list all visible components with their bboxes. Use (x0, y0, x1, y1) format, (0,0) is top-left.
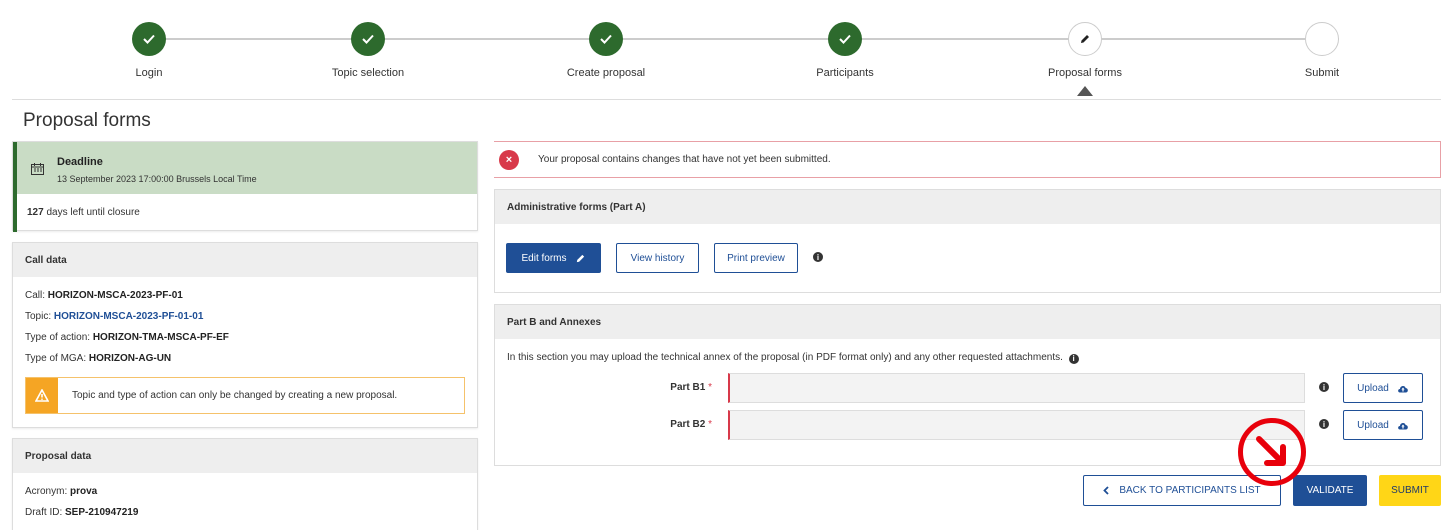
info-icon[interactable]: i (1068, 353, 1079, 364)
topic-link[interactable]: HORIZON-MSCA-2023-PF-01-01 (54, 311, 203, 322)
upload-b2-button[interactable]: Upload (1343, 410, 1423, 440)
warning-text: Topic and type of action can only be cha… (72, 390, 398, 401)
unsubmitted-changes-alert: × Your proposal contains changes that ha… (494, 141, 1441, 178)
step-label: Participants (816, 67, 874, 79)
topic-row: Topic: HORIZON-MSCA-2023-PF-01-01 (13, 306, 477, 327)
required-mark: * (708, 419, 712, 430)
pencil-icon (1068, 22, 1102, 56)
pencil-icon (575, 253, 586, 264)
page-title: Proposal forms (23, 110, 151, 131)
right-column: × Your proposal contains changes that ha… (494, 141, 1441, 466)
proposal-data-card: Proposal data Acronym: prova Draft ID: S… (12, 438, 478, 530)
submit-label: SUBMIT (1391, 485, 1429, 496)
part-a-section: Administrative forms (Part A) Edit forms… (494, 189, 1441, 293)
current-step-caret (1077, 86, 1093, 96)
empty-circle-icon (1305, 22, 1339, 56)
step-label: Submit (1304, 67, 1340, 79)
topic-warning: Topic and type of action can only be cha… (25, 377, 465, 414)
check-icon (828, 22, 862, 56)
part-a-title: Administrative forms (Part A) (495, 190, 1440, 224)
call-value: HORIZON-MSCA-2023-PF-01 (47, 290, 183, 301)
mga-value: HORIZON-AG-UN (88, 353, 172, 364)
mga-row: Type of MGA: HORIZON-AG-UN (13, 348, 477, 369)
call-data-title: Call data (13, 243, 477, 277)
step-label: Proposal forms (1048, 67, 1122, 79)
info-icon[interactable]: i (1319, 382, 1329, 392)
chevron-left-icon (1103, 486, 1109, 495)
step-label: Login (135, 67, 163, 79)
print-preview-label: Print preview (727, 252, 785, 264)
part-b2-text: Part B2 (670, 419, 706, 430)
validate-label: VALIDATE (1306, 485, 1354, 496)
upload-b1-label: Upload (1357, 382, 1389, 394)
info-icon[interactable]: i (1319, 419, 1329, 429)
print-preview-button[interactable]: Print preview (714, 243, 798, 273)
calendar-icon (31, 163, 44, 178)
part-b1-label: Part B1 * (612, 382, 712, 393)
proposal-data-title: Proposal data (13, 439, 477, 473)
step-label: Create proposal (566, 67, 646, 79)
stepper-connector (149, 38, 1339, 40)
days-left-text: days left until closure (43, 207, 140, 218)
part-b1-text: Part B1 (670, 382, 706, 393)
mga-label: Type of MGA: (25, 353, 89, 364)
part-b1-file-field[interactable] (728, 373, 1305, 403)
submit-button[interactable]: SUBMIT (1379, 475, 1441, 506)
step-label: Topic selection (331, 67, 405, 79)
part-a-body: Edit forms View history Print preview i (495, 224, 1440, 292)
close-circle-icon: × (499, 149, 519, 170)
back-button-label: BACK TO PARTICIPANTS LIST (1119, 485, 1261, 496)
edit-forms-label: Edit forms (521, 252, 567, 264)
check-icon (589, 22, 623, 56)
topic-label: Topic: (25, 311, 54, 322)
annotation-circle (1238, 418, 1306, 486)
action-value: HORIZON-TMA-MSCA-PF-EF (92, 332, 229, 343)
call-label: Call: (25, 290, 48, 301)
validate-button[interactable]: VALIDATE (1293, 475, 1367, 506)
part-b-intro-text: In this section you may upload the techn… (507, 352, 1063, 363)
view-history-button[interactable]: View history (616, 243, 699, 273)
upload-b2-label: Upload (1357, 419, 1389, 431)
cloud-upload-icon (1397, 421, 1409, 430)
deadline-date: 13 September 2023 17:00:00 Brussels Loca… (57, 174, 257, 184)
part-b2-label: Part B2 * (612, 419, 712, 430)
part-b-title: Part B and Annexes (495, 305, 1440, 339)
deadline-header: Deadline 13 September 2023 17:00:00 Brus… (13, 142, 477, 194)
deadline-title: Deadline (57, 156, 103, 168)
days-left: 127 days left until closure (13, 194, 477, 232)
edit-forms-button[interactable]: Edit forms (506, 243, 601, 273)
info-icon[interactable]: i (813, 252, 823, 262)
action-row: Type of action: HORIZON-TMA-MSCA-PF-EF (13, 327, 477, 348)
draft-id-value: SEP-210947219 (65, 507, 139, 518)
days-left-count: 127 (27, 207, 44, 218)
view-history-label: View history (630, 252, 685, 264)
warning-triangle-icon (26, 378, 58, 413)
draft-id-label: Draft ID: (25, 507, 66, 518)
deadline-card: Deadline 13 September 2023 17:00:00 Brus… (12, 141, 478, 232)
cloud-upload-icon (1397, 384, 1409, 393)
part-b-intro: In this section you may upload the techn… (507, 352, 1079, 364)
acronym-value: prova (70, 486, 98, 497)
left-column: Deadline 13 September 2023 17:00:00 Brus… (12, 141, 478, 530)
check-icon (132, 22, 166, 56)
upload-b1-button[interactable]: Upload (1343, 373, 1423, 403)
part-b2-file-field[interactable] (728, 410, 1305, 440)
alert-text: Your proposal contains changes that have… (538, 154, 831, 165)
call-data-card: Call data Call: HORIZON-MSCA-2023-PF-01 … (12, 242, 478, 428)
call-row: Call: HORIZON-MSCA-2023-PF-01 (13, 285, 477, 306)
required-mark: * (708, 382, 712, 393)
acronym-row: Acronym: prova (13, 481, 477, 502)
acronym-label: Acronym: (25, 486, 71, 497)
progress-stepper: Login Topic selection Create proposal Pa… (12, 0, 1441, 100)
arrow-down-right-icon (1256, 436, 1286, 466)
check-icon (351, 22, 385, 56)
action-label: Type of action: (25, 332, 93, 343)
draft-id-row: Draft ID: SEP-210947219 (13, 502, 477, 523)
